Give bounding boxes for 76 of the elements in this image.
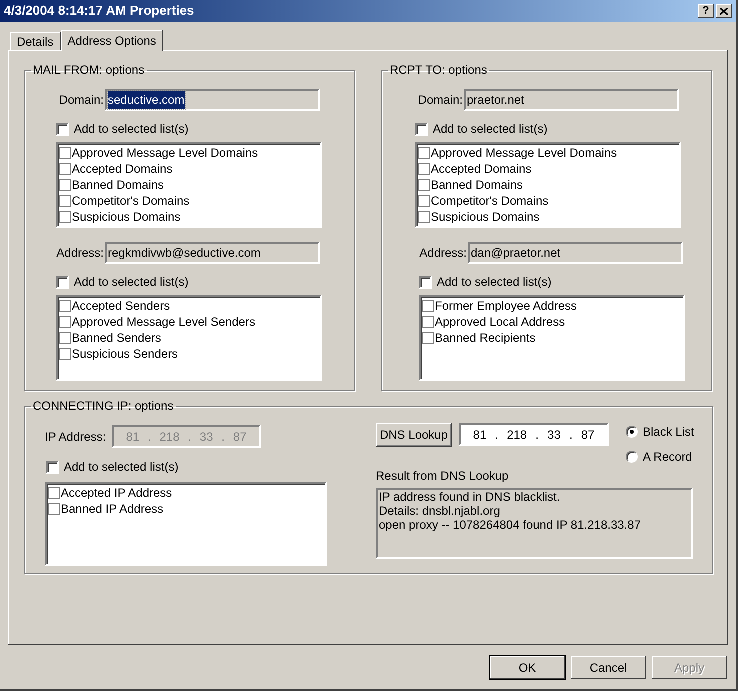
radio-label: Black List <box>643 424 694 441</box>
checkbox[interactable] <box>59 179 71 191</box>
list-item[interactable]: Accepted Domains <box>72 160 173 178</box>
help-button[interactable]: ? <box>698 4 714 18</box>
list-item[interactable]: Approved Message Level Domains <box>431 144 618 162</box>
list-item[interactable]: Suspicious Domains <box>431 208 540 226</box>
checkbox[interactable] <box>59 147 71 159</box>
field-label: IP Address: <box>45 428 108 446</box>
checkbox[interactable] <box>418 147 430 159</box>
list-item[interactable]: Banned Domains <box>72 176 164 194</box>
list-item[interactable]: Banned Recipients <box>435 329 536 347</box>
checkbox[interactable] <box>418 211 430 223</box>
dialog-button[interactable]: OK <box>490 656 565 679</box>
group-title: MAIL FROM: options <box>32 62 146 79</box>
dns-lookup-button[interactable]: DNS Lookup <box>376 423 452 447</box>
list-item[interactable]: Banned Senders <box>72 329 162 347</box>
group-title: RCPT TO: options <box>389 62 488 79</box>
checkbox[interactable] <box>422 332 434 344</box>
list-item[interactable]: Accepted Senders <box>72 297 170 315</box>
field-label: Address: <box>419 245 467 262</box>
text-field[interactable]: regkmdivwb@seductive.com <box>105 242 320 264</box>
group-title: CONNECTING IP: options <box>32 398 175 415</box>
tab[interactable]: Address Options <box>60 30 164 51</box>
list-item[interactable]: Suspicious Domains <box>72 208 181 226</box>
text-field[interactable]: seductive.com <box>105 89 320 111</box>
dialog-button[interactable]: Cancel <box>571 656 646 679</box>
checkbox[interactable] <box>419 276 432 288</box>
checkbox[interactable] <box>48 503 60 515</box>
text-field[interactable]: praetor.net <box>464 89 679 111</box>
checkbox[interactable] <box>59 300 71 312</box>
field-label: Domain: <box>58 92 104 109</box>
tab[interactable]: Details <box>10 32 61 50</box>
checkbox[interactable] <box>418 195 430 207</box>
checkbox[interactable] <box>418 179 430 191</box>
list-item[interactable]: Approved Message Level Domains <box>72 144 258 162</box>
list-item[interactable]: Suspicious Senders <box>72 345 178 363</box>
close-button[interactable] <box>716 4 732 18</box>
checkbox-label: Add to selected list(s) <box>433 121 548 138</box>
list-item[interactable]: Banned IP Address <box>61 500 164 518</box>
checkbox-label: Add to selected list(s) <box>74 274 189 291</box>
checkbox[interactable] <box>59 195 71 207</box>
checkbox[interactable] <box>56 122 69 136</box>
text-field[interactable]: dan@praetor.net <box>468 242 683 264</box>
list-item[interactable]: Competitor's Domains <box>72 192 190 210</box>
list-item[interactable]: Banned Domains <box>431 176 524 194</box>
list-item[interactable]: Accepted IP Address <box>61 484 172 502</box>
checkbox-label: Add to selected list(s) <box>64 459 179 476</box>
list-item[interactable]: Approved Local Address <box>435 313 566 331</box>
checkbox[interactable] <box>56 276 69 288</box>
checkbox[interactable] <box>59 163 71 175</box>
checkbox[interactable] <box>422 316 434 328</box>
checkbox[interactable] <box>46 460 59 474</box>
lookup-ip-field[interactable]: 81 . 218 . 33 . 87 <box>459 423 609 446</box>
checkbox[interactable] <box>418 163 430 175</box>
list-item[interactable]: Former Employee Address <box>435 297 578 315</box>
checkbox[interactable] <box>59 332 71 344</box>
window-title: 4/3/2004 8:14:17 AM Properties <box>4 2 196 20</box>
field-label: Domain: <box>417 92 463 109</box>
checkbox-label: Add to selected list(s) <box>437 274 552 291</box>
checkbox[interactable] <box>415 122 428 136</box>
result-text-box: IP address found in DNS blacklist. Details: dnsbl.njabl.org open proxy -- 1078264804 found IP 81.218.33.87 <box>376 488 693 559</box>
field-label: Address: <box>56 245 104 262</box>
result-label: Result from DNS Lookup <box>376 468 510 485</box>
checkbox[interactable] <box>422 300 434 312</box>
checkbox[interactable] <box>48 487 60 499</box>
checkbox[interactable] <box>59 348 71 360</box>
radio-button[interactable] <box>626 426 638 438</box>
list-item[interactable]: Accepted Domains <box>431 160 532 178</box>
radio-label: A Record <box>643 449 692 466</box>
list-item[interactable]: Competitor's Domains <box>431 192 549 210</box>
radio-button[interactable] <box>626 451 638 463</box>
checkbox-label: Add to selected list(s) <box>74 121 189 138</box>
close-icon <box>720 8 728 14</box>
checkbox[interactable] <box>59 211 71 223</box>
list-item[interactable]: Approved Message Level Senders <box>72 313 256 331</box>
checkbox[interactable] <box>59 316 71 328</box>
